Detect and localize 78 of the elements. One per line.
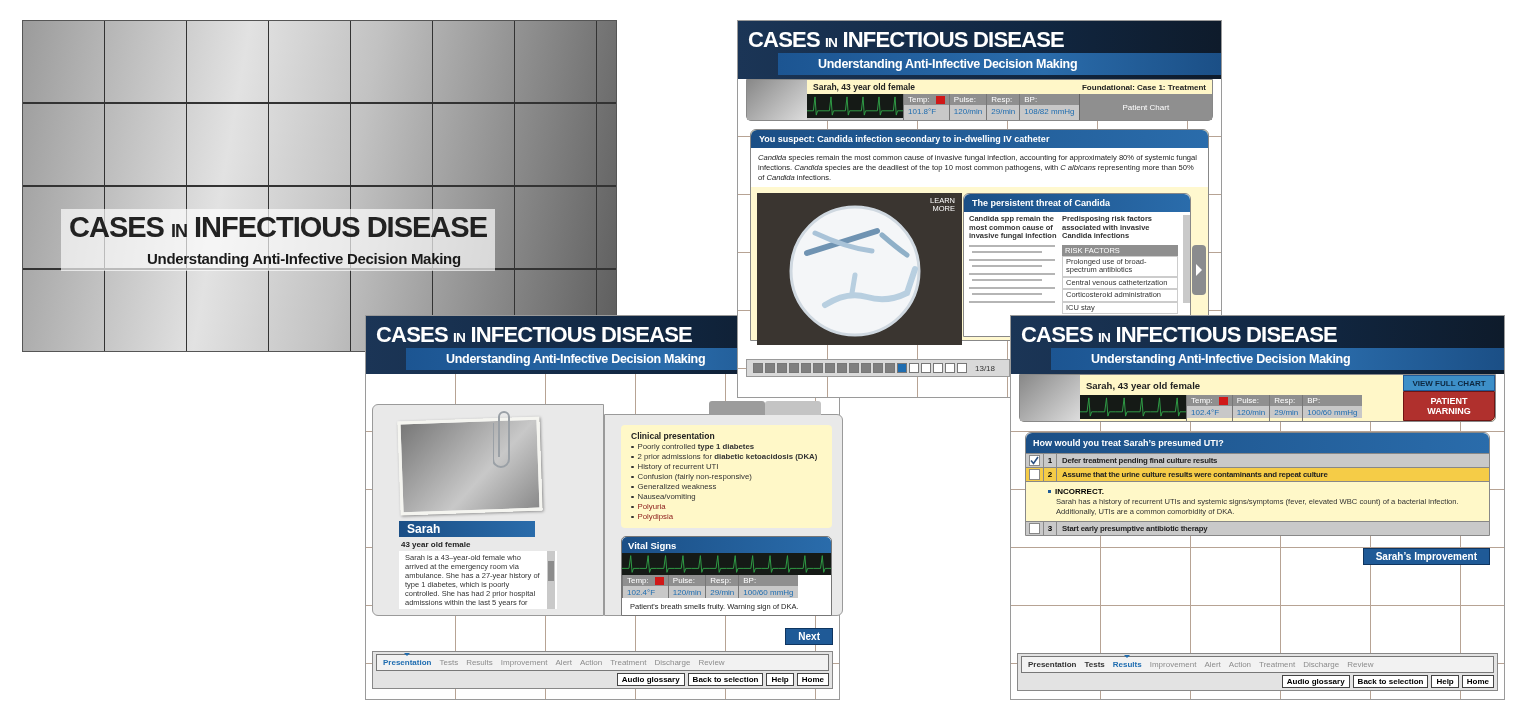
photo-placeholder <box>1020 375 1080 421</box>
nav-button[interactable]: Audio glossary <box>616 673 685 686</box>
bullet-icon <box>1048 490 1051 493</box>
vital-label: BP: <box>1024 95 1038 104</box>
progress-step[interactable] <box>909 363 919 373</box>
patient-name: Sarah <box>407 522 441 536</box>
progress-step[interactable] <box>945 363 955 373</box>
patient-age: 43 year old female <box>401 540 471 549</box>
vital-value: 100/60 mmHg <box>1303 406 1362 418</box>
nav-button[interactable]: Home <box>1461 675 1494 688</box>
nav-button[interactable]: Audio glossary <box>1281 675 1350 688</box>
progress-step[interactable] <box>933 363 943 373</box>
nav-button[interactable]: Help <box>766 673 794 686</box>
nav-button[interactable]: Help <box>1431 675 1459 688</box>
vital-value: 120/min <box>1232 406 1270 418</box>
scrollbar[interactable] <box>1183 215 1190 304</box>
bullet-icon <box>631 485 634 489</box>
feedback-heading: INCORRECT. <box>1055 487 1104 496</box>
blank-tab[interactable] <box>765 401 821 415</box>
section-tab[interactable]: Tests <box>1080 657 1109 672</box>
checkbox[interactable] <box>1029 455 1040 466</box>
next-button[interactable]: Next <box>785 628 833 645</box>
vital-value: 29/min <box>1270 406 1303 418</box>
vital-label: Pulse: <box>953 95 977 104</box>
section-tab[interactable]: Presentation <box>379 655 436 670</box>
section-tab[interactable]: Presentation <box>1024 657 1081 672</box>
view-chart-button[interactable]: VIEW FULL CHART <box>1403 375 1495 391</box>
bullet-icon <box>631 475 634 479</box>
progress-step[interactable] <box>921 363 931 373</box>
panel-title: The persistent threat of Candida <box>972 198 1111 209</box>
vital-label: Pulse: <box>1236 396 1260 405</box>
app-subtitle: Understanding Anti-Infective Decision Making <box>446 352 706 366</box>
vital-label: BP: <box>1307 396 1321 405</box>
vital-label: Resp: <box>710 576 732 585</box>
option-number: 3 <box>1043 522 1057 535</box>
clinical-heading: Clinical presentation <box>631 431 716 441</box>
scrollbar[interactable] <box>547 551 555 609</box>
bullet-icon <box>631 515 634 519</box>
vital-label: Temp: <box>908 95 930 104</box>
patient-warning-button[interactable]: PATIENT WARNING <box>1403 391 1495 421</box>
bullet-icon <box>631 465 634 469</box>
vital-label: BP: <box>743 576 757 585</box>
nav-button[interactable]: Home <box>796 673 829 686</box>
panel-title: Vital Signs <box>628 539 677 551</box>
progress-label: 13/18 <box>975 363 996 373</box>
app-subtitle: Understanding Anti-Infective Decision Making <box>818 57 1078 71</box>
vital-label: Temp: <box>627 576 649 585</box>
checkbox[interactable] <box>1029 469 1040 480</box>
bullet-icon <box>631 505 634 509</box>
bullet-icon <box>631 495 634 499</box>
patient-chart-button[interactable]: Patient Chart <box>1078 94 1212 120</box>
photo-placeholder <box>747 80 807 120</box>
vital-value: 120/min <box>668 586 706 598</box>
vital-label: Temp: <box>1191 396 1213 405</box>
bullet-icon <box>631 455 634 459</box>
question-text: How would you treat Sarah’s presumed UTI? <box>1033 438 1224 448</box>
nav-button[interactable]: Back to selection <box>687 673 764 686</box>
app-subtitle: Understanding Anti-Infective Decision Making <box>1091 352 1351 366</box>
vital-value: 29/min <box>706 586 739 598</box>
blank-tab[interactable] <box>709 401 765 415</box>
next-arrow-tab[interactable] <box>1192 245 1206 296</box>
next-button[interactable]: Sarah’s Improvement <box>1362 548 1490 565</box>
nav-button[interactable]: Back to selection <box>1352 675 1429 688</box>
case-label: Foundational: Case 1: Treatment <box>1081 82 1206 92</box>
checkbox[interactable] <box>1029 523 1040 534</box>
vital-label: Resp: <box>991 95 1013 104</box>
vital-value: 102.4°F <box>1187 406 1232 418</box>
vital-label: Resp: <box>1274 396 1296 405</box>
progress-step[interactable] <box>957 363 967 373</box>
cover-subtitle: Understanding Anti-Infective Decision Making <box>147 250 462 267</box>
patient-summary: Sarah, 43 year old female <box>813 82 916 92</box>
panel-title: You suspect: Candida infection secondary to in-dwelling IV catheter <box>759 134 1050 144</box>
vital-value: 100/60 mmHg <box>739 586 798 598</box>
vital-label: Pulse: <box>672 576 696 585</box>
bullet-icon <box>631 445 634 449</box>
vital-value: 102.4°F <box>623 586 668 598</box>
section-tab[interactable]: Results <box>1108 657 1146 672</box>
patient-summary: Sarah, 43 year old female <box>1086 379 1201 391</box>
